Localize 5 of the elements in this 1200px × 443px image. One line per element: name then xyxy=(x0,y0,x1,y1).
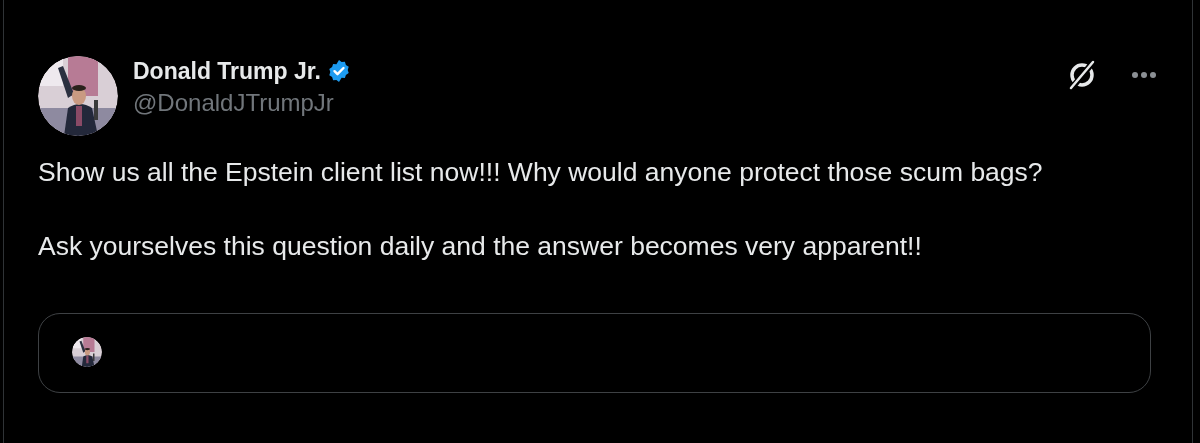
more-icon[interactable] xyxy=(1131,71,1157,79)
author-handle[interactable]: @DonaldJTrumpJr xyxy=(133,88,1050,118)
author-name[interactable]: Donald Trump Jr. xyxy=(133,57,321,85)
post-text: Ask yourselves this question daily and the answer becomes very apparent!! xyxy=(38,230,923,263)
post-text: Show us all the Epstein client list now!!! Why would anyone protect those scum bags? xyxy=(38,156,1044,189)
